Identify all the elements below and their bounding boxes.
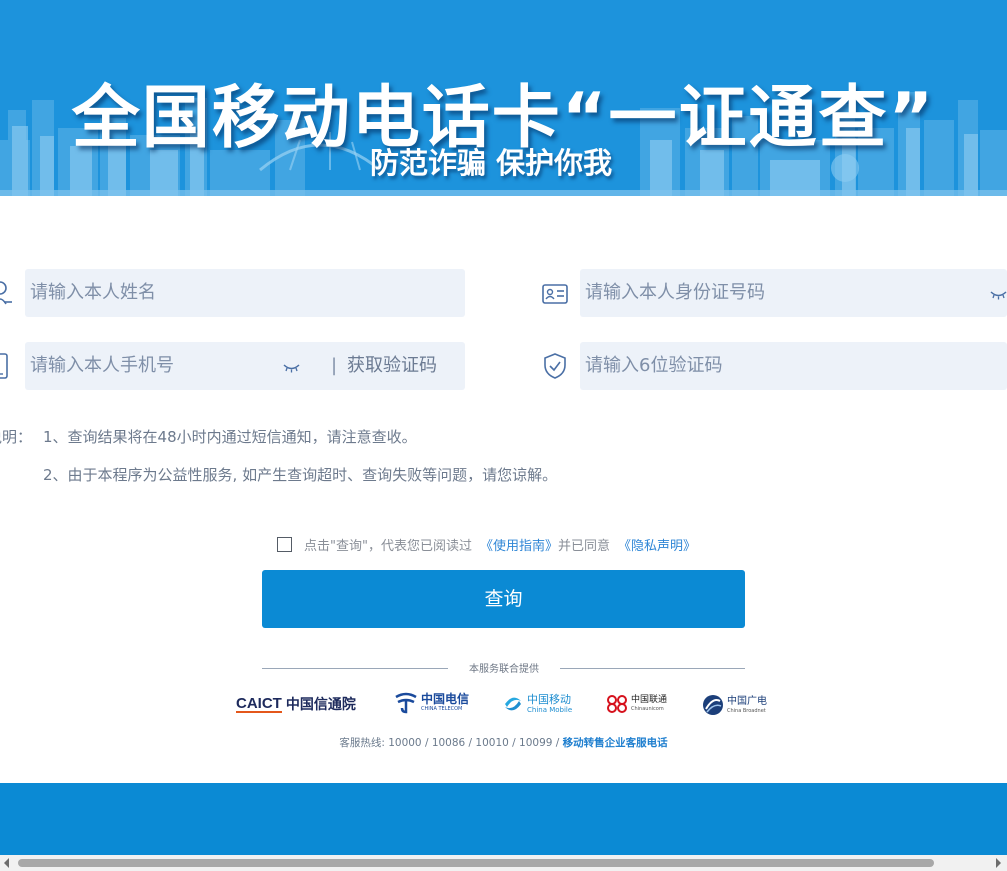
id-card-icon (542, 284, 568, 308)
china-mobile-en: China Mobile (527, 705, 573, 714)
scroll-right-arrow-icon[interactable] (996, 858, 1001, 868)
caict-name: 中国信通院 (285, 697, 356, 713)
user-icon (0, 280, 14, 310)
resale-hotline-link[interactable]: 移动转售企业客服电话 (563, 737, 668, 749)
hotline-numbers: 客服热线: 10000 / 10086 / 10010 / 10099 / (339, 737, 563, 749)
note-item: 1、查询结果将在48小时内通过短信通知，请注意查收。 (43, 428, 417, 446)
china-telecom-logo: 中国电信 CHINA TELECOM (394, 692, 469, 714)
china-mobile-icon (505, 697, 521, 711)
header-banner: 全国移动电话卡“一证通查” 防范诈骗 保护你我 (0, 0, 1007, 196)
name-input[interactable]: 请输入本人姓名 (25, 269, 465, 317)
china-mobile-cn: 中国移动 (527, 692, 571, 706)
eye-closed-icon[interactable] (283, 359, 300, 378)
china-broadnet-cn: 中国广电 (727, 695, 767, 707)
china-broadnet-logo: 中国广电 China Broadnet (702, 694, 767, 716)
mobile-phone-icon (0, 353, 8, 383)
scroll-left-arrow-icon[interactable] (4, 858, 9, 868)
china-unicom-en: Chinaunicom (631, 706, 664, 712)
china-telecom-cn: 中国电信 (421, 692, 470, 706)
china-telecom-en: CHINA TELECOM (421, 706, 463, 712)
agreement-text: 点击"查询"，代表您已阅读过 (304, 538, 472, 554)
agreement-text-middle: 并已同意 (557, 538, 610, 554)
query-button[interactable]: 查询 (262, 570, 745, 628)
divider-left (262, 668, 448, 669)
id-number-input[interactable]: 请输入本人身份证号码 (580, 269, 1007, 317)
china-broadnet-icon (703, 695, 723, 715)
caict-logo: CAICT 中国信通院 (236, 694, 356, 714)
scrollbar-thumb[interactable] (18, 859, 934, 867)
eye-closed-icon[interactable] (990, 286, 1007, 305)
notes-label: 说明： (0, 428, 33, 446)
banner-subtitle: 防范诈骗 保护你我 (370, 146, 613, 180)
china-unicom-logo: 中国联通 Chinaunicom (606, 694, 667, 714)
get-code-button[interactable]: 获取验证码 (347, 342, 437, 390)
shield-check-icon (543, 353, 567, 383)
providers-heading: 本服务联合提供 (469, 664, 539, 675)
field-divider: | (331, 355, 338, 376)
china-telecom-icon (395, 692, 417, 714)
privacy-statement-link[interactable]: 《隐私声明》 (618, 535, 696, 554)
usage-guide-link[interactable]: 《使用指南》 (480, 535, 558, 554)
note-item: 2、由于本程序为公益性服务, 如产生查询超时、查询失败等问题，请您谅解。 (43, 466, 558, 484)
verification-code-input[interactable]: 请输入6位验证码 (580, 342, 1007, 390)
china-mobile-logo: 中国移动 China Mobile (502, 693, 572, 715)
caict-abbr: CAICT (236, 694, 282, 713)
footer-bar (0, 783, 1007, 855)
china-unicom-icon (607, 695, 627, 713)
agreement-row: 点击"查询"，代表您已阅读过 《使用指南》 并已同意 《隐私声明》 (277, 534, 696, 554)
agree-checkbox[interactable] (277, 536, 292, 552)
divider-right (560, 668, 745, 669)
hotline-text: 客服热线: 10000 / 10086 / 10010 / 10099 / 移动… (0, 735, 1007, 750)
horizontal-scrollbar[interactable] (0, 855, 1007, 871)
china-unicom-cn: 中国联通 (631, 695, 668, 705)
china-broadnet-en: China Broadnet (727, 707, 766, 714)
